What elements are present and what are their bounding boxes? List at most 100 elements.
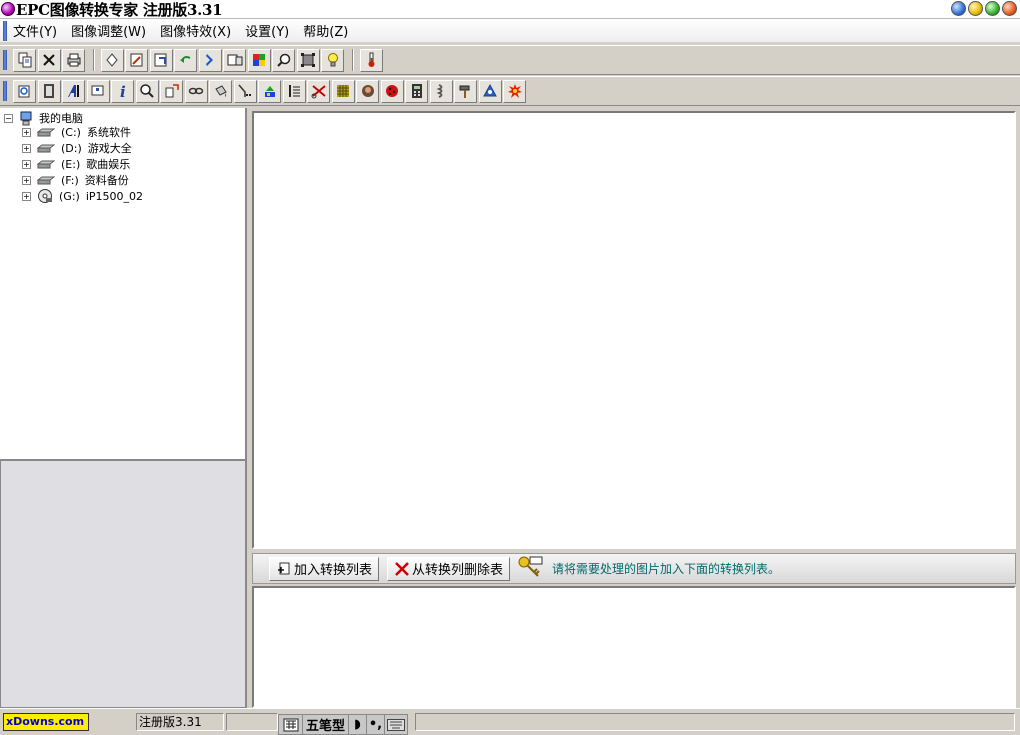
menu-settings[interactable]: 设置(Y) <box>245 21 289 40</box>
expand-icon[interactable]: + <box>22 159 31 169</box>
conversion-hint-text: 请将需要处理的图片加入下面的转换列表。 <box>552 562 781 576</box>
key-icon <box>518 556 543 577</box>
conversion-action-bar: 加入转换列表 从转换列删除表 请将需要处理的图片加入下面的转换列表。 <box>252 553 1016 584</box>
print-icon[interactable] <box>62 48 85 72</box>
ime-logo-icon[interactable] <box>279 715 303 734</box>
drive-letter: (F:) <box>61 173 79 187</box>
status-cell-message <box>415 713 1015 731</box>
toolbar-effects: i <box>0 76 1020 106</box>
expand-icon[interactable]: + <box>22 143 31 153</box>
expand-icon[interactable]: + <box>22 191 31 201</box>
remove-from-list-button[interactable]: 从转换列删除表 <box>387 556 511 581</box>
drive-letter: (D:) <box>61 141 82 155</box>
filter-icon[interactable] <box>233 79 257 103</box>
tree-drive-f[interactable]: + (F:) 资料备份 <box>22 172 129 188</box>
drive-label: 资料备份 <box>84 174 129 187</box>
tree-drive-g[interactable]: + (G:) iP1500_02 <box>22 188 143 204</box>
menu-image-effects[interactable]: 图像特效(X) <box>160 21 231 40</box>
light-icon[interactable] <box>321 48 344 72</box>
tree-drive-d[interactable]: + (D:) 游戏大全 <box>22 140 132 156</box>
mosaic-icon[interactable] <box>331 79 355 103</box>
menubar-grip[interactable] <box>3 20 7 41</box>
tree-drive-e[interactable]: + (E:) 歌曲娱乐 <box>22 156 130 172</box>
list-icon[interactable] <box>282 79 306 103</box>
punctuation-icon[interactable]: •, <box>367 715 385 734</box>
undo-icon[interactable] <box>174 48 197 72</box>
drive-label: 歌曲娱乐 <box>86 158 131 171</box>
title-bar: EPC图像转换专家 注册版3.31 <box>0 0 1020 19</box>
ime-toolbar[interactable]: 五笔型 ◗ •, <box>278 714 408 735</box>
toolbar-separator <box>92 49 95 71</box>
menu-image-adjust[interactable]: 图像调整(W) <box>71 21 146 40</box>
drive-label: iP1500_02 <box>85 189 144 203</box>
text-icon[interactable] <box>62 79 85 103</box>
recycle-icon[interactable] <box>478 79 502 103</box>
cd-drive-icon <box>38 189 52 203</box>
remove-from-list-label: 从转换列删除表 <box>412 563 504 578</box>
drive-letter: (E:) <box>61 157 81 171</box>
app-icon[interactable] <box>1 2 15 16</box>
frame-icon[interactable] <box>296 48 320 72</box>
crop-icon[interactable] <box>125 48 148 72</box>
brand-badge: xDowns.com <box>3 713 89 731</box>
close-button[interactable] <box>1002 1 1017 16</box>
hard-drive-icon <box>37 128 55 137</box>
explosion-icon[interactable] <box>503 79 526 103</box>
info-icon[interactable]: i <box>111 79 134 103</box>
toolbar-grip[interactable] <box>3 50 7 70</box>
hammer-icon[interactable] <box>454 79 477 103</box>
drive-letter: (C:) <box>61 125 81 139</box>
film-icon[interactable] <box>37 79 61 103</box>
thermometer-icon[interactable] <box>359 48 383 72</box>
toolbar-main <box>0 45 1020 75</box>
folder-tree[interactable]: − 我的电脑 + (C:) 系统软件 + (D:) 游戏大全 + (E:) 歌曲… <box>0 108 247 460</box>
thumbnail-preview-panel <box>0 460 247 708</box>
face-icon[interactable] <box>356 79 379 103</box>
keyboard-icon[interactable] <box>385 715 407 734</box>
toolbar-grip[interactable] <box>3 81 7 101</box>
delete-icon[interactable] <box>37 48 61 72</box>
add-to-list-button[interactable]: 加入转换列表 <box>269 556 380 581</box>
ime-mode[interactable]: 五笔型 <box>303 715 349 734</box>
help-window-button[interactable] <box>951 1 966 16</box>
menu-help[interactable]: 帮助(Z) <box>303 21 348 40</box>
menu-file[interactable]: 文件(Y) <box>13 21 57 40</box>
zoom-magnifier-icon[interactable] <box>272 48 295 72</box>
tree-drive-c[interactable]: + (C:) 系统软件 <box>22 124 131 140</box>
maximize-button[interactable] <box>985 1 1000 16</box>
minimize-button[interactable] <box>968 1 983 16</box>
moon-icon[interactable]: ◗ <box>349 715 367 734</box>
refresh-icon[interactable] <box>13 79 36 103</box>
image-view-area[interactable] <box>252 111 1016 549</box>
drive-letter: (G:) <box>59 189 80 203</box>
paint-icon[interactable] <box>258 79 281 103</box>
flag-icon[interactable] <box>86 79 110 103</box>
expand-icon[interactable]: + <box>22 127 31 137</box>
menu-bar: 文件(Y) 图像调整(W) 图像特效(X) 设置(Y) 帮助(Z) <box>0 18 1020 42</box>
toolbar-separator <box>351 49 354 71</box>
hard-drive-icon <box>37 176 55 185</box>
copy-icon[interactable] <box>13 48 36 72</box>
next-icon[interactable] <box>198 48 222 72</box>
color-icon[interactable] <box>247 48 271 72</box>
hard-drive-icon <box>37 160 55 169</box>
resize-icon[interactable] <box>149 48 173 72</box>
flip-icon[interactable] <box>160 79 183 103</box>
conversion-list[interactable] <box>252 586 1016 708</box>
svg-text:i: i <box>120 83 126 99</box>
window-controls <box>951 1 1017 16</box>
add-file-icon <box>278 562 290 574</box>
expand-icon[interactable]: + <box>22 175 31 185</box>
window-title: EPC图像转换专家 注册版3.31 <box>16 0 223 19</box>
drive-label: 游戏大全 <box>87 142 132 155</box>
compare-icon[interactable] <box>223 48 246 72</box>
scissors-icon[interactable] <box>307 79 330 103</box>
rotate-free-icon[interactable] <box>100 48 124 72</box>
collapse-icon[interactable]: − <box>4 113 13 123</box>
chain-icon[interactable] <box>184 79 208 103</box>
spring-icon[interactable] <box>429 79 453 103</box>
ladybug-icon[interactable] <box>380 79 404 103</box>
calculator-icon[interactable] <box>405 79 428 103</box>
search-icon[interactable] <box>135 79 159 103</box>
bucket-icon[interactable] <box>209 79 232 103</box>
